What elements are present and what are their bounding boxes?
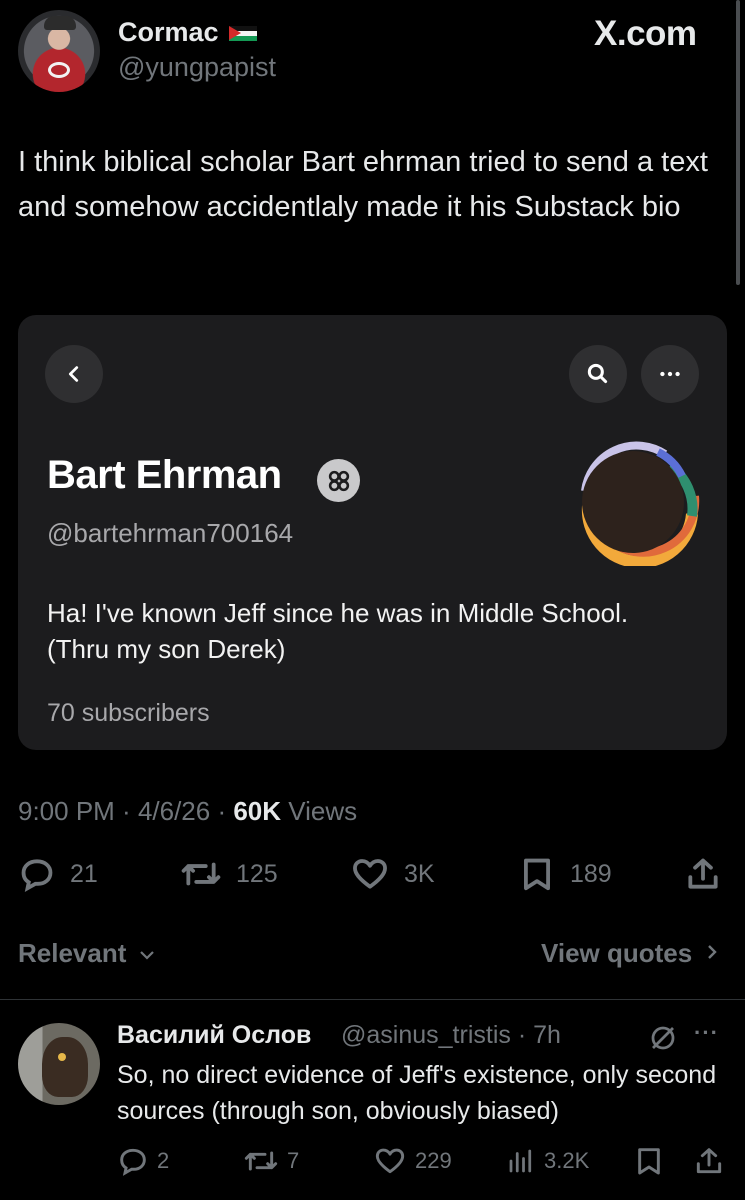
profile-name: Bart Ehrman: [47, 453, 282, 497]
reply-like-button[interactable]: 229: [373, 1145, 452, 1177]
reply-more-button[interactable]: ···: [694, 1020, 719, 1046]
heart-icon: [353, 859, 387, 889]
grok-icon[interactable]: [648, 1023, 678, 1053]
heart-icon: [375, 1148, 405, 1174]
subscriber-count: 70 subscribers: [47, 699, 210, 727]
repost-count: 125: [236, 859, 278, 888]
view-quotes-label: View quotes: [541, 938, 693, 968]
chevron-right-icon: [708, 945, 718, 959]
avatar-jersey-logo: [48, 62, 70, 78]
divider: [0, 999, 745, 1000]
avatar-hat: [44, 16, 76, 30]
reply-icon: [21, 859, 53, 892]
profile-bio: Ha! I've known Jeff since he was in Midd…: [47, 598, 629, 664]
verified-badge-icon: [317, 459, 360, 502]
author-handle[interactable]: @yungpapist: [118, 52, 276, 83]
author-avatar[interactable]: [18, 10, 100, 92]
bookmark-count: 189: [570, 859, 612, 888]
reply-text: So, no direct evidence of Jeff's existen…: [117, 1061, 717, 1125]
meta-separator: ·: [210, 796, 234, 826]
profile-avatar: [581, 441, 700, 566]
avatar-bird: [42, 1037, 88, 1097]
reply-count: 21: [70, 859, 98, 888]
more-button[interactable]: [641, 345, 699, 403]
tweet-meta: 9:00 PM · 4/6/26 · 60K Views: [18, 796, 357, 827]
chevron-down-icon: [139, 951, 154, 960]
tweet-time: 9:00 PM: [18, 796, 115, 826]
search-icon: [587, 363, 608, 384]
view-quotes-link[interactable]: View quotes: [541, 938, 719, 969]
reply-repost-button[interactable]: 7: [243, 1145, 299, 1177]
chevron-left-icon: [68, 366, 79, 382]
reply-avatar[interactable]: [18, 1023, 100, 1105]
tweet-date: 4/6/26: [137, 796, 211, 826]
reply-icon: [120, 1148, 146, 1176]
repost-icon: [244, 1151, 278, 1171]
author-name[interactable]: Cormac: [118, 17, 219, 48]
reply-author-name[interactable]: Василий Ослов: [117, 1021, 311, 1050]
bookmark-icon: [638, 1148, 660, 1175]
like-count: 3K: [404, 859, 435, 888]
reply-author-handle[interactable]: @asinus_tristis · 7h: [341, 1021, 561, 1050]
meta-separator: ·: [114, 796, 138, 826]
relevant-sort-dropdown[interactable]: Relevant: [18, 938, 156, 969]
back-button[interactable]: [45, 345, 103, 403]
repost-button[interactable]: 125: [180, 855, 278, 893]
like-button[interactable]: 3K: [350, 855, 435, 893]
share-icon: [696, 1148, 722, 1174]
reply-reply-count: 2: [157, 1148, 170, 1173]
reply-bookmark-button[interactable]: [633, 1145, 665, 1177]
avatar-bird-eye: [58, 1053, 66, 1061]
palestine-flag-icon: [229, 26, 257, 41]
x-com-label: X.com: [594, 14, 697, 53]
tweet-text: I think biblical scholar Bart ehrman tri…: [18, 146, 708, 223]
reply-button[interactable]: 21: [18, 855, 98, 893]
bookmark-button[interactable]: 189: [518, 855, 612, 893]
repost-icon: [181, 862, 221, 886]
views-label: Views: [281, 796, 358, 826]
bookmark-icon: [524, 858, 550, 891]
reply-views-count: 3.2K: [544, 1148, 590, 1173]
scrollbar[interactable]: [736, 0, 740, 285]
reply-views-button[interactable]: 3.2K: [506, 1145, 589, 1177]
reply-repost-count: 7: [287, 1148, 300, 1173]
share-icon: [688, 858, 718, 889]
views-count: 60K: [233, 796, 282, 826]
relevant-label: Relevant: [18, 938, 127, 968]
views-chart-icon: [509, 1149, 532, 1173]
search-button[interactable]: [569, 345, 627, 403]
profile-handle: @bartehrman700164: [47, 518, 294, 548]
reply-share-button[interactable]: [693, 1145, 725, 1177]
reply-reply-button[interactable]: 2: [117, 1145, 169, 1177]
more-horizontal-icon: [660, 371, 680, 377]
reply-like-count: 229: [415, 1148, 452, 1173]
share-button[interactable]: [684, 855, 722, 893]
